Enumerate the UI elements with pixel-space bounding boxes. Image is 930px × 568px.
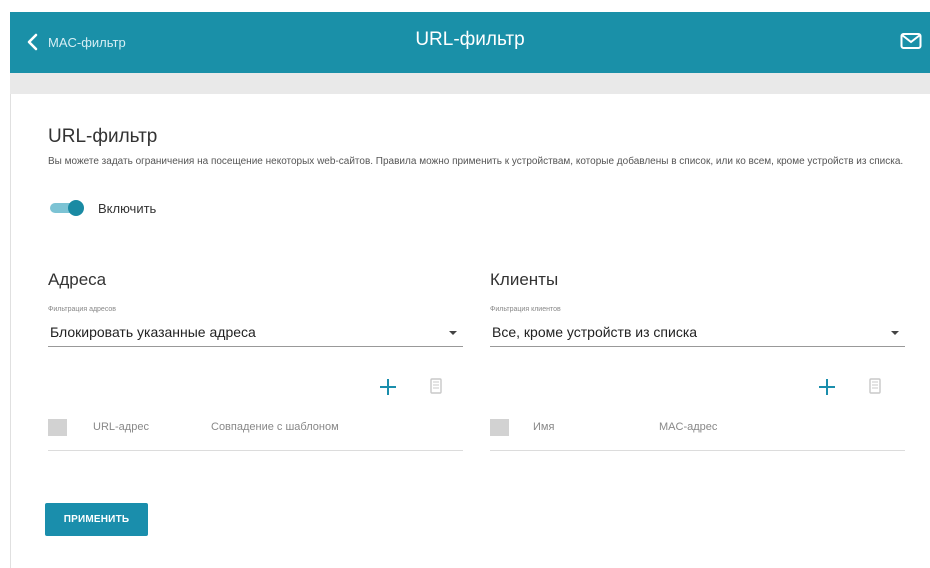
addresses-title: Адреса	[48, 270, 107, 289]
section-title: URL-фильтр	[48, 126, 158, 147]
address-table-divider	[48, 450, 463, 451]
address-filter-label: Фильтрация адресов	[48, 306, 117, 313]
client-filter-value: Все, кроме устройств из списка	[492, 324, 698, 340]
toggle-knob	[68, 200, 84, 216]
delete-address-trash-icon[interactable]	[430, 378, 442, 394]
address-filter-select[interactable]: Блокировать указанные адреса	[48, 318, 463, 347]
address-filter-value: Блокировать указанные адреса	[50, 324, 256, 340]
dropdown-arrow-icon	[449, 331, 457, 335]
header-divider	[10, 73, 930, 94]
page-title: URL-фильтр	[415, 29, 525, 50]
select-all-clients-checkbox[interactable]	[490, 419, 509, 436]
column-header-pattern-match: Совпадение с шаблоном	[211, 421, 339, 433]
dropdown-arrow-icon	[891, 331, 899, 335]
column-header-name: Имя	[533, 421, 555, 433]
add-address-plus-icon[interactable]	[379, 378, 397, 396]
column-header-url: URL-адрес	[93, 421, 149, 433]
clients-title: Клиенты	[490, 270, 559, 289]
client-table-divider	[490, 450, 905, 451]
enable-toggle[interactable]	[48, 199, 84, 217]
add-client-plus-icon[interactable]	[818, 378, 836, 396]
delete-client-trash-icon[interactable]	[869, 378, 881, 394]
column-header-mac: MAC-адрес	[659, 421, 718, 433]
section-description: Вы можете задать ограничения на посещени…	[48, 156, 904, 167]
enable-toggle-label: Включить	[98, 201, 157, 216]
apply-button[interactable]: ПРИМЕНИТЬ	[45, 503, 148, 536]
top-bar: MAC-фильтр URL-фильтр	[10, 12, 930, 73]
message-icon[interactable]	[900, 32, 922, 50]
client-filter-label: Фильтрация клиентов	[490, 306, 561, 313]
select-all-addresses-checkbox[interactable]	[48, 419, 67, 436]
client-filter-select[interactable]: Все, кроме устройств из списка	[490, 318, 905, 347]
content-card: URL-фильтр Вы можете задать ограничения …	[10, 94, 930, 568]
